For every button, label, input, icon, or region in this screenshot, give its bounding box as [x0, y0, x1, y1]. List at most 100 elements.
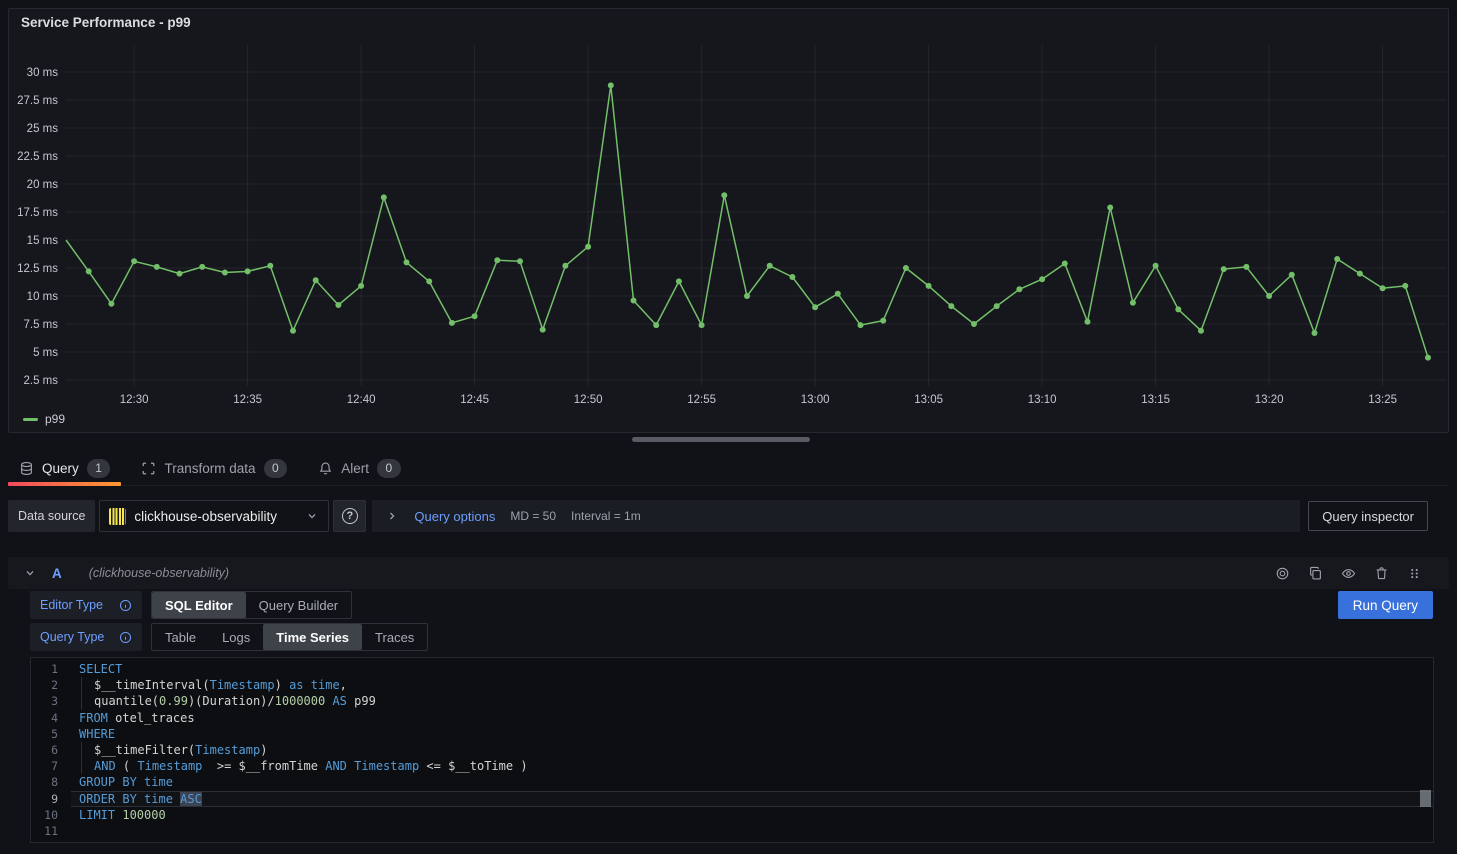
- line-number: 9: [31, 791, 71, 807]
- help-icon: ?: [342, 508, 358, 524]
- run-query-button[interactable]: Run Query: [1338, 591, 1433, 619]
- svg-text:13:25: 13:25: [1368, 394, 1397, 406]
- indent-guide: [81, 693, 94, 709]
- overview-ruler-cursor: [1420, 790, 1431, 807]
- code-text: WHERE: [71, 726, 1433, 742]
- svg-text:22.5 ms: 22.5 ms: [17, 151, 58, 163]
- code-line-2[interactable]: 2$__timeInterval(Timestamp) as time,: [31, 677, 1433, 693]
- svg-text:2.5 ms: 2.5 ms: [23, 375, 58, 387]
- svg-text:27.5 ms: 27.5 ms: [17, 95, 58, 107]
- code-text: $__timeInterval(Timestamp) as time,: [71, 677, 1433, 693]
- timeseries-chart: 2.5 ms5 ms7.5 ms10 ms12.5 ms15 ms17.5 ms…: [9, 37, 1450, 411]
- line-number: 7: [31, 758, 71, 774]
- editor-type-option-query-builder[interactable]: Query Builder: [246, 592, 351, 618]
- query-type-row: Query Type TableLogsTime SeriesTraces: [30, 623, 428, 651]
- line-number: 3: [31, 693, 71, 709]
- code-line-6[interactable]: 6$__timeFilter(Timestamp): [31, 742, 1433, 758]
- code-line-5[interactable]: 5WHERE: [31, 726, 1433, 742]
- legend-series-marker: [23, 418, 38, 421]
- code-text: LIMIT 100000: [71, 807, 1433, 823]
- datasource-help-button[interactable]: ?: [333, 500, 366, 532]
- datasource-picker[interactable]: clickhouse-observability: [99, 500, 329, 532]
- copy-icon[interactable]: [1308, 566, 1323, 581]
- datasource-value: clickhouse-observability: [134, 509, 297, 524]
- info-icon[interactable]: [119, 631, 132, 644]
- max-data-points-value: MD = 50: [510, 509, 556, 523]
- editor-type-label: Editor Type: [40, 598, 103, 612]
- code-line-11[interactable]: 11: [31, 823, 1433, 839]
- line-number: 8: [31, 774, 71, 790]
- query-header-row[interactable]: A (clickhouse-observability): [8, 557, 1449, 589]
- datasource-bar: Data source clickhouse-observability ? Q…: [8, 500, 1449, 532]
- code-text: ORDER BY time ASC: [71, 791, 1433, 807]
- horizontal-scrollbar[interactable]: [632, 437, 810, 442]
- transform-icon: [141, 461, 156, 476]
- legend: p99: [23, 412, 65, 426]
- code-line-7[interactable]: 7AND ( Timestamp >= $__fromTime AND Time…: [31, 758, 1433, 774]
- svg-text:5 ms: 5 ms: [33, 347, 58, 359]
- svg-text:12:55: 12:55: [687, 394, 716, 406]
- tab-query[interactable]: Query1: [8, 452, 121, 485]
- code-text: GROUP BY time: [71, 774, 1433, 790]
- tabs-bar: Query1 Transform data0 Alert0: [8, 452, 1449, 486]
- query-actions: [1275, 566, 1422, 581]
- query-type-option-table[interactable]: Table: [152, 624, 209, 650]
- svg-text:30 ms: 30 ms: [27, 67, 59, 79]
- legend-series-label[interactable]: p99: [45, 412, 65, 426]
- line-number: 5: [31, 726, 71, 742]
- code-text: [71, 823, 1433, 839]
- tab-transform-data[interactable]: Transform data0: [130, 452, 298, 485]
- indent-guide: [81, 758, 94, 774]
- sql-editor[interactable]: 1SELECT2$__timeInterval(Timestamp) as ti…: [30, 657, 1434, 843]
- datasource-label: Data source: [8, 500, 95, 532]
- eye-icon[interactable]: [1341, 566, 1356, 581]
- code-line-4[interactable]: 4FROM otel_traces: [31, 710, 1433, 726]
- query-datasource-hint: (clickhouse-observability): [89, 566, 229, 580]
- svg-text:12.5 ms: 12.5 ms: [17, 263, 58, 275]
- svg-text:15 ms: 15 ms: [27, 235, 59, 247]
- code-line-1[interactable]: 1SELECT: [31, 661, 1433, 677]
- chevron-down-icon: [305, 509, 319, 523]
- svg-text:13:00: 13:00: [801, 394, 830, 406]
- svg-text:12:40: 12:40: [347, 394, 376, 406]
- query-type-option-logs[interactable]: Logs: [209, 624, 263, 650]
- code-text: quantile(0.99)(Duration)/1000000 AS p99: [71, 693, 1433, 709]
- editor-type-chip: Editor Type: [30, 591, 142, 619]
- query-type-option-traces[interactable]: Traces: [362, 624, 427, 650]
- code-line-8[interactable]: 8GROUP BY time: [31, 774, 1433, 790]
- line-number: 6: [31, 742, 71, 758]
- drag-handle-icon[interactable]: [1407, 566, 1422, 581]
- bell-icon: [318, 461, 333, 476]
- indent-guide: [81, 742, 94, 758]
- svg-text:12:30: 12:30: [120, 394, 149, 406]
- code-text: SELECT: [71, 661, 1433, 677]
- line-number: 4: [31, 710, 71, 726]
- query-type-option-time-series[interactable]: Time Series: [263, 624, 362, 650]
- collapse-chevron-down-icon[interactable]: [23, 566, 37, 580]
- record-icon[interactable]: [1275, 566, 1290, 581]
- line-number: 11: [31, 823, 71, 839]
- tab-alert[interactable]: Alert0: [307, 452, 411, 485]
- code-line-9[interactable]: 9ORDER BY time ASC: [31, 791, 1433, 807]
- query-options-bar[interactable]: Query options MD = 50 Interval = 1m: [372, 500, 1300, 532]
- code-line-10[interactable]: 10LIMIT 100000: [31, 807, 1433, 823]
- line-number: 10: [31, 807, 71, 823]
- timeseries-panel: Service Performance - p99 2.5 ms5 ms7.5 …: [8, 8, 1449, 433]
- code-text: AND ( Timestamp >= $__fromTime AND Times…: [71, 758, 1433, 774]
- tab-badge: 0: [377, 459, 401, 478]
- svg-text:12:50: 12:50: [574, 394, 603, 406]
- svg-text:20 ms: 20 ms: [27, 179, 59, 191]
- query-inspector-button[interactable]: Query inspector: [1308, 501, 1428, 531]
- svg-text:13:10: 13:10: [1028, 394, 1057, 406]
- svg-text:25 ms: 25 ms: [27, 123, 59, 135]
- editor-type-option-sql-editor[interactable]: SQL Editor: [152, 592, 246, 618]
- tab-badge: 0: [264, 459, 288, 478]
- query-type-chip: Query Type: [30, 623, 142, 651]
- editor-type-group: SQL EditorQuery Builder: [151, 591, 352, 619]
- code-line-3[interactable]: 3quantile(0.99)(Duration)/1000000 AS p99: [31, 693, 1433, 709]
- query-ref-id[interactable]: A: [52, 566, 62, 581]
- query-options-link[interactable]: Query options: [414, 509, 495, 524]
- code-text: $__timeFilter(Timestamp): [71, 742, 1433, 758]
- trash-icon[interactable]: [1374, 566, 1389, 581]
- info-icon[interactable]: [119, 599, 132, 612]
